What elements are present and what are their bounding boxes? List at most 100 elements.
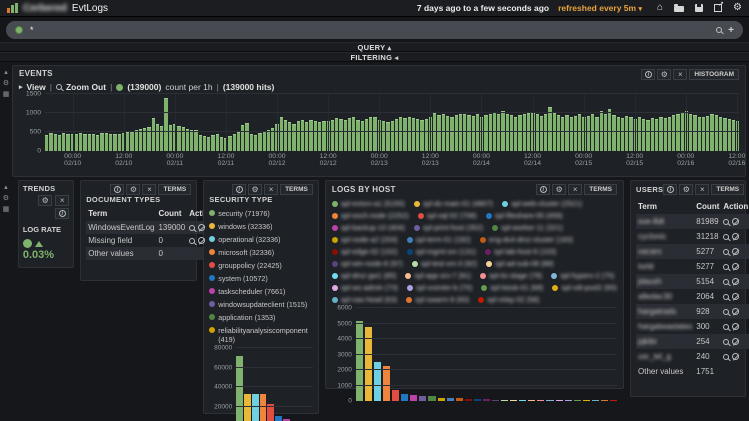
chart-bar[interactable] — [305, 121, 309, 151]
legend-item[interactable]: spl-print-host (352) — [413, 223, 483, 232]
chart-bar[interactable] — [352, 117, 356, 151]
legend-item[interactable]: spl-test-vm-3 (92) — [411, 259, 477, 268]
legend-item[interactable]: spl-app-srv-7 (81) — [405, 271, 471, 280]
chart-bar[interactable] — [446, 398, 454, 401]
chart-bar[interactable] — [564, 399, 572, 401]
chart-bar[interactable] — [267, 404, 275, 421]
chart-bar[interactable] — [535, 114, 539, 151]
chart-bar[interactable] — [539, 115, 544, 151]
panel-close-button[interactable]: × — [264, 184, 279, 195]
chart-bar[interactable] — [45, 134, 49, 151]
chart-bar[interactable] — [381, 121, 386, 151]
chart-bar[interactable] — [100, 133, 104, 151]
chart-bar[interactable] — [445, 115, 450, 151]
chart-bar[interactable] — [177, 125, 181, 151]
chart-bar[interactable] — [79, 133, 83, 151]
chart-bar[interactable] — [356, 119, 360, 151]
chart-bar[interactable] — [288, 121, 292, 151]
row-settings-gear-icon[interactable]: ⚙ — [3, 195, 9, 202]
query-legend-dot[interactable] — [116, 83, 124, 91]
chart-bar[interactable] — [258, 132, 262, 151]
chart-bar[interactable] — [488, 113, 492, 151]
chart-bar[interactable] — [464, 398, 472, 401]
chart-bar[interactable] — [659, 117, 663, 151]
legend-item[interactable]: spl-exch-node (2252) — [331, 211, 409, 220]
chart-bar[interactable] — [610, 400, 618, 401]
query-section-toggle[interactable]: QUERY ▴ — [0, 42, 749, 52]
chart-bar[interactable] — [318, 121, 322, 151]
chart-bar[interactable] — [104, 133, 108, 151]
chart-bar[interactable] — [556, 114, 561, 151]
legend-item[interactable]: application (1353) — [209, 313, 313, 322]
legend-item[interactable]: spl-dc-main-01 (4807) — [413, 199, 493, 208]
legend-item[interactable]: spl-vdi-pool2 (65) — [552, 283, 617, 292]
chart-bar[interactable] — [241, 124, 245, 151]
chart-bar[interactable] — [667, 116, 672, 151]
chart-bar[interactable] — [428, 396, 436, 401]
hosts-plot[interactable] — [355, 307, 618, 401]
chart-bar[interactable] — [194, 130, 198, 151]
chart-bar[interactable] — [663, 118, 667, 151]
search-term-icon[interactable] — [189, 237, 196, 244]
legend-item[interactable]: reliabilityanalysiscomponent (419) — [209, 326, 313, 344]
chart-bar[interactable] — [718, 116, 723, 151]
chart-bar[interactable] — [620, 118, 625, 151]
exclude-term-icon[interactable] — [732, 293, 740, 300]
chart-bar[interactable] — [555, 399, 563, 401]
interval-label[interactable]: count per 1h — [165, 82, 212, 92]
chart-bar[interactable] — [232, 133, 236, 151]
chart-bar[interactable] — [731, 119, 736, 151]
chart-bar[interactable] — [403, 118, 407, 151]
chart-bar[interactable] — [706, 115, 710, 151]
chart-bar[interactable] — [458, 114, 463, 151]
search-term-icon[interactable] — [723, 323, 730, 330]
legend-item[interactable]: spl-vcenter-b (70) — [406, 283, 472, 292]
chart-bar[interactable] — [505, 113, 509, 151]
chart-bar[interactable] — [296, 121, 300, 151]
chart-bar[interactable] — [501, 399, 509, 401]
panel-close-button[interactable]: × — [55, 195, 70, 206]
chart-bar[interactable] — [254, 135, 258, 151]
panel-config-button[interactable]: ⚙ — [248, 184, 263, 195]
chart-bar[interactable] — [672, 115, 676, 151]
chart-bar[interactable] — [548, 107, 552, 151]
panel-config-button[interactable]: ⚙ — [38, 195, 53, 206]
chart-bar[interactable] — [419, 395, 427, 401]
chart-bar[interactable] — [373, 116, 377, 151]
chart-bar[interactable] — [528, 399, 536, 401]
chart-bar[interactable] — [275, 415, 282, 421]
filtering-section-toggle[interactable]: FILTERING ◂ — [0, 52, 749, 62]
chart-bar[interactable] — [108, 133, 113, 151]
panel-info-button[interactable]: i — [641, 69, 656, 80]
panel-info-button[interactable]: i — [110, 184, 125, 195]
search-term-icon[interactable] — [723, 263, 730, 270]
settings-gear-icon[interactable]: ⚙ — [733, 3, 742, 13]
chart-bar[interactable] — [497, 114, 501, 151]
chart-bar[interactable] — [202, 136, 207, 151]
chart-bar[interactable] — [392, 390, 400, 401]
chart-bar[interactable] — [313, 121, 317, 151]
legend-item[interactable]: spl-ws-admin (73) — [331, 283, 398, 292]
panel-info-button[interactable]: i — [232, 184, 247, 195]
chart-bar[interactable] — [482, 399, 490, 401]
add-panel-icon[interactable]: ▦ — [3, 91, 10, 98]
add-panel-icon[interactable]: ▦ — [3, 206, 10, 213]
chart-bar[interactable] — [155, 124, 160, 151]
chart-bar[interactable] — [96, 134, 100, 151]
chart-bar[interactable] — [646, 119, 650, 151]
chart-bar[interactable] — [62, 133, 66, 151]
chart-bar[interactable] — [138, 129, 143, 151]
chart-bar[interactable] — [198, 135, 202, 151]
chart-bar[interactable] — [249, 133, 254, 151]
legend-item[interactable]: spl-hyperv-2 (75) — [551, 271, 615, 280]
timepicker-range[interactable]: 7 days ago to a few seconds ago — [417, 3, 549, 13]
home-icon[interactable]: ⌂ — [657, 3, 663, 13]
chart-bar[interactable] — [475, 114, 480, 151]
search-term-icon[interactable] — [723, 278, 730, 285]
legend-item[interactable]: spl-mgmt-srv (131) — [406, 247, 476, 256]
query-color-dot[interactable] — [15, 26, 23, 34]
chart-bar[interactable] — [190, 129, 194, 151]
exclude-term-icon[interactable] — [732, 248, 740, 255]
exclude-term-icon[interactable] — [732, 233, 740, 240]
chart-bar[interactable] — [437, 115, 441, 151]
